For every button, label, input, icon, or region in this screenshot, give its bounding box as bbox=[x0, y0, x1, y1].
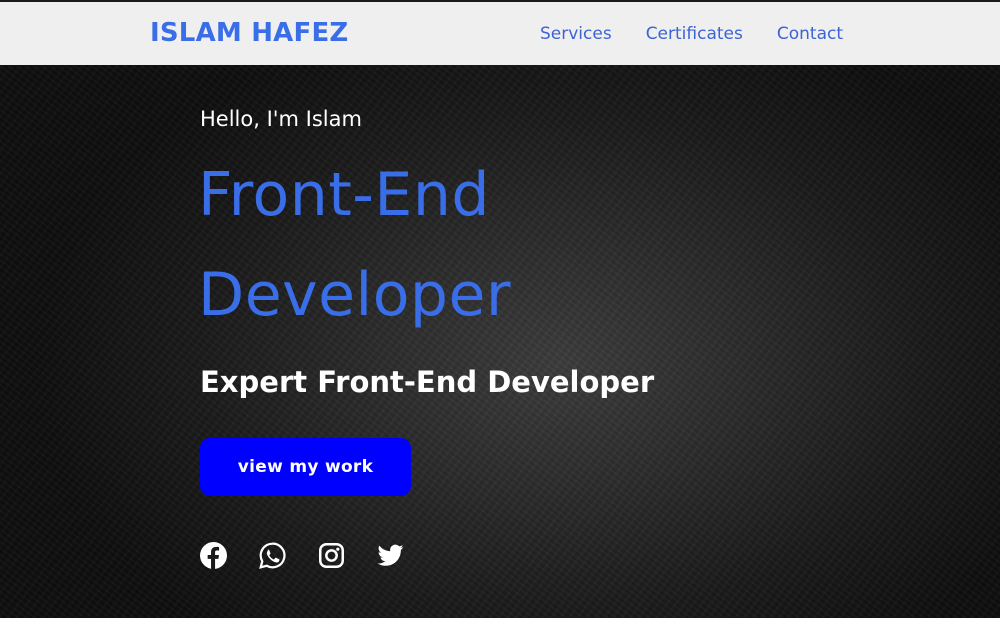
view-my-work-button[interactable]: view my work bbox=[200, 438, 411, 496]
nav-link-services[interactable]: Services bbox=[540, 24, 612, 44]
instagram-link[interactable] bbox=[318, 542, 345, 569]
hero-section: Hello, I'm Islam Front-End Developer Exp… bbox=[0, 65, 1000, 618]
twitter-link[interactable] bbox=[377, 542, 404, 569]
facebook-link[interactable] bbox=[200, 542, 227, 569]
site-header: ISLAM HAFEZ Services Certificates Contac… bbox=[0, 2, 1000, 65]
hero-background-texture bbox=[0, 65, 1000, 618]
main-nav: Services Certificates Contact bbox=[540, 24, 843, 44]
hero-subtitle: Expert Front-End Developer bbox=[200, 365, 655, 399]
nav-link-contact[interactable]: Contact bbox=[777, 24, 843, 44]
facebook-icon bbox=[200, 542, 227, 569]
brand-logo-link[interactable]: ISLAM HAFEZ bbox=[150, 18, 348, 48]
whatsapp-link[interactable] bbox=[259, 542, 286, 569]
twitter-icon bbox=[377, 544, 404, 566]
whatsapp-icon bbox=[259, 542, 286, 569]
social-links bbox=[200, 542, 404, 569]
instagram-icon bbox=[319, 543, 344, 568]
nav-link-certificates[interactable]: Certificates bbox=[646, 24, 743, 44]
hero-title-line-2: Developer bbox=[198, 260, 512, 330]
hero-title-line-1: Front-End bbox=[198, 160, 490, 230]
hero-greeting: Hello, I'm Islam bbox=[200, 107, 362, 131]
